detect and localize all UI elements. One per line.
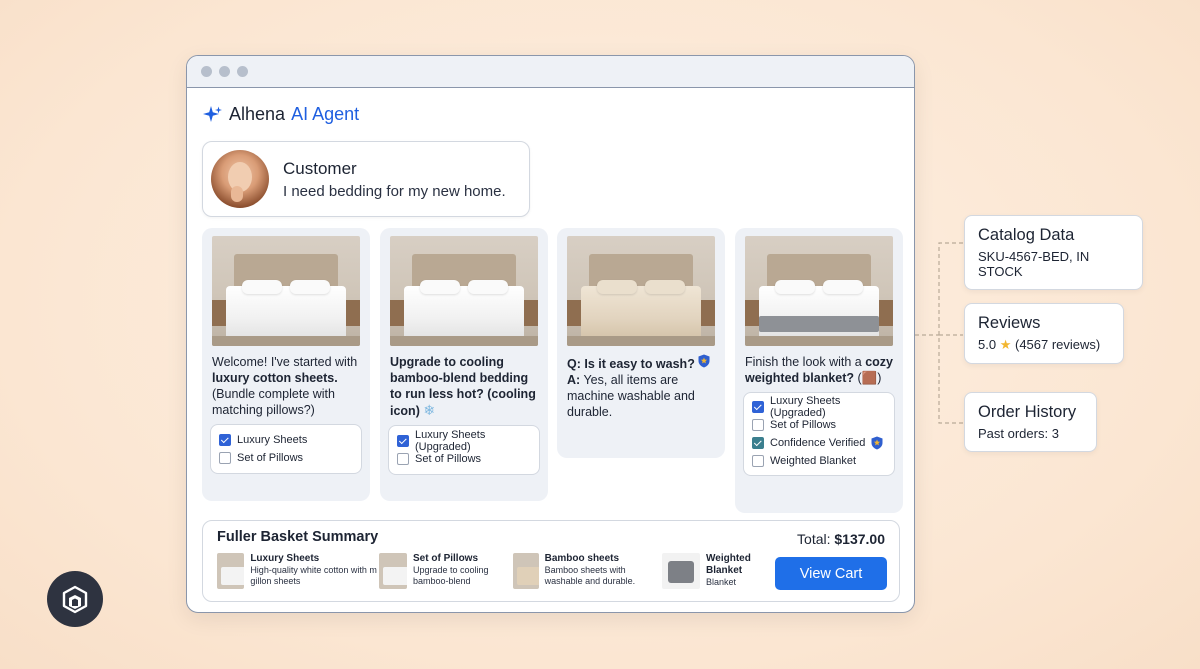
window-dot-1[interactable] xyxy=(201,66,212,77)
logo-badge xyxy=(47,571,103,627)
summary-item[interactable]: Set of Pillows Upgrade to cooling bamboo… xyxy=(379,553,513,589)
summary-items: Luxury Sheets High-quality white cotton … xyxy=(217,553,762,589)
sparkle-icon xyxy=(203,105,222,122)
browser-window: Alhena AI Agent Customer I need bedding … xyxy=(186,55,915,613)
check-luxury-sheets-upgraded[interactable]: Luxury Sheets (Upgraded) xyxy=(752,395,886,419)
catalog-data-card: Catalog Data SKU-4567-BED, IN STOCK xyxy=(964,215,1143,290)
product-card-2: Upgrade to cooling bamboo-blend bedding … xyxy=(380,228,548,501)
brand-name: Alhena xyxy=(229,104,286,124)
summary-title: Fuller Basket Summary xyxy=(217,529,379,545)
item-thumbnail xyxy=(662,553,700,589)
checkbox-unchecked[interactable] xyxy=(752,455,764,467)
card-4-checklist: Luxury Sheets (Upgraded) Set of Pillows … xyxy=(743,392,895,476)
basket-summary: Fuller Basket Summary Luxury Sheets High… xyxy=(202,520,900,602)
check-confidence-verified[interactable]: Confidence Verified xyxy=(752,434,886,452)
checkbox-checked[interactable] xyxy=(752,437,764,449)
check-weighted-blanket[interactable]: Weighted Blanket xyxy=(752,452,886,470)
checkbox-checked[interactable] xyxy=(397,435,409,447)
brand-header: Alhena AI Agent xyxy=(203,104,359,125)
check-set-of-pillows[interactable]: Set of Pillows xyxy=(219,449,353,467)
check-luxury-sheets[interactable]: Luxury Sheets xyxy=(219,431,353,449)
bed-photo-bamboo xyxy=(390,236,538,346)
summary-item[interactable]: Luxury Sheets High-quality white cotton … xyxy=(217,553,379,589)
card-1-checklist: Luxury Sheets Set of Pillows xyxy=(210,424,362,474)
checkbox-unchecked[interactable] xyxy=(219,452,231,464)
data-connector-lines xyxy=(915,242,963,424)
customer-message-card: Customer I need bedding for my new home. xyxy=(202,141,530,217)
item-thumbnail xyxy=(379,553,408,589)
window-titlebar xyxy=(187,56,914,88)
window-dot-2[interactable] xyxy=(219,66,230,77)
logo-icon xyxy=(62,585,88,614)
product-card-1: Welcome! I've started with luxury cotton… xyxy=(202,228,370,501)
bed-photo-white xyxy=(212,236,360,346)
card-1-text: Welcome! I've started with luxury cotton… xyxy=(212,355,358,417)
window-dot-3[interactable] xyxy=(237,66,248,77)
check-luxury-sheets-upgraded[interactable]: Luxury Sheets (Upgraded) xyxy=(397,429,531,453)
item-thumbnail xyxy=(217,553,245,589)
order-history-card: Order History Past orders: 3 xyxy=(964,392,1097,452)
customer-avatar xyxy=(211,150,269,208)
checkbox-unchecked[interactable] xyxy=(397,453,409,465)
checkbox-checked[interactable] xyxy=(219,434,231,446)
summary-item[interactable]: Weighted Blanket Blanket xyxy=(662,553,762,589)
basket-total: Total: $137.00 xyxy=(797,531,885,547)
product-card-3: Q: Is it easy to wash? A: Yes, all items… xyxy=(557,228,725,458)
item-thumbnail xyxy=(513,553,539,589)
customer-message: I need bedding for my new home. xyxy=(283,182,506,200)
card-4-text: Finish the look with a cozy weighted bla… xyxy=(745,355,893,385)
checkbox-checked[interactable] xyxy=(752,401,764,413)
card-2-checklist: Luxury Sheets (Upgraded) Set of Pillows xyxy=(388,425,540,475)
bed-photo-blanket xyxy=(745,236,893,346)
summary-item[interactable]: Bamboo sheets Bamboo sheets with washabl… xyxy=(513,553,662,589)
brand-accent: AI Agent xyxy=(291,104,360,124)
star-icon: ★ xyxy=(999,337,1012,352)
view-cart-button[interactable]: View Cart xyxy=(775,557,887,590)
snowflake-icon: ❄ xyxy=(423,402,436,418)
card-3-qa: Q: Is it easy to wash? A: Yes, all items… xyxy=(567,354,715,420)
bed-photo-beige xyxy=(567,236,715,346)
customer-title: Customer xyxy=(283,158,357,178)
product-card-4: Finish the look with a cozy weighted bla… xyxy=(735,228,903,513)
shield-verified-icon xyxy=(698,354,710,368)
card-2-text: Upgrade to cooling bamboo-blend bedding … xyxy=(390,355,536,418)
shield-verified-icon xyxy=(871,436,883,450)
reviews-card: Reviews 5.0 ★ (4567 reviews) xyxy=(964,303,1124,364)
checkbox-unchecked[interactable] xyxy=(752,419,764,431)
